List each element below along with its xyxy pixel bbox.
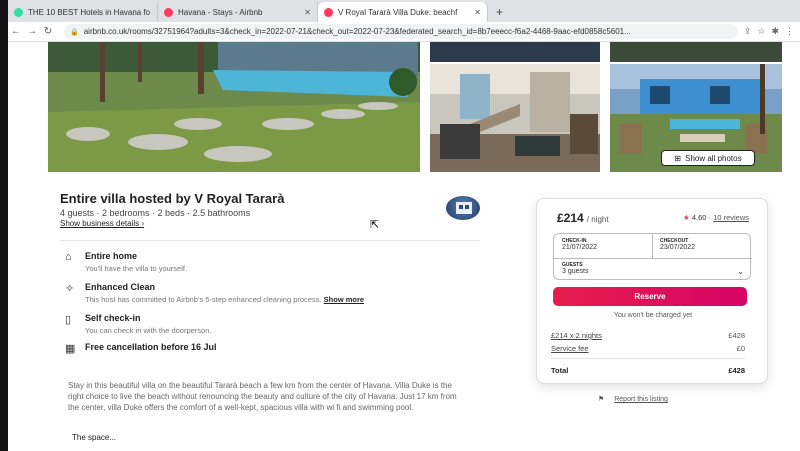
total-label: Total <box>551 366 569 375</box>
card-divider <box>551 358 745 359</box>
tab-title: Havana - Stays - Airbnb <box>178 7 263 17</box>
host-avatar[interactable] <box>446 196 480 220</box>
show-all-photos-label: Show all photos <box>685 153 742 163</box>
nightly-price: £214 / night <box>557 211 609 225</box>
reload-icon[interactable]: ↻ <box>40 26 56 37</box>
photo-living-room[interactable] <box>430 64 600 172</box>
service-fee-link[interactable]: Service fee <box>551 344 589 353</box>
forward-arrow-icon[interactable]: → <box>24 26 40 37</box>
checkout-field[interactable]: CHECKOUT 23/07/2022 <box>660 238 695 251</box>
home-icon: ⌂ <box>65 251 72 263</box>
listing-description: Stay in this beautiful villa on the beau… <box>68 381 457 412</box>
show-business-details-link[interactable]: Show business details › <box>60 219 144 228</box>
tab-villa-duke[interactable]: V Royal Tararà Villa Duke: beachf ✕ <box>318 2 488 22</box>
nights-price-value: £428 <box>728 331 745 340</box>
main-photo[interactable] <box>48 42 420 172</box>
sparkle-icon: ✧ <box>65 283 75 295</box>
reviews-link[interactable]: 10 reviews <box>713 213 749 222</box>
tab-title: THE 10 BEST Hotels in Havana fo <box>28 7 151 17</box>
price-per: / night <box>586 215 609 224</box>
star-icon: ★ <box>683 213 690 222</box>
url-text: airbnb.co.uk/rooms/32751964?adults=3&che… <box>83 27 631 36</box>
chevron-down-icon: ⌄ <box>737 267 744 276</box>
booking-inputs: CHECK-IN 21/07/2022 CHECKOUT 23/07/2022 … <box>553 233 752 280</box>
flag-icon: ⚑ <box>598 396 605 403</box>
feature-title: Enhanced Clean <box>85 282 156 292</box>
feature-desc: You'll have the villa to yourself. <box>85 264 188 273</box>
address-bar: ← → ↻ 🔒 airbnb.co.uk/rooms/32751964?adul… <box>8 22 800 42</box>
no-charge-note: You won't be charged yet <box>613 312 693 319</box>
feature-enhanced-clean: ✧ Enhanced Clean This host has committed… <box>65 282 485 304</box>
feature-entire-home: ⌂ Entire home You'll have the villa to y… <box>65 251 485 273</box>
show-more-link[interactable]: Show more <box>324 295 364 304</box>
feature-title: Self check-in <box>85 313 141 323</box>
tab-airbnb-search[interactable]: Havana - Stays - Airbnb ✕ <box>158 2 318 22</box>
the-space-link[interactable]: The space... <box>72 433 116 442</box>
total-value: £428 <box>728 366 745 375</box>
feature-desc: This host has committed to Airbnb's 5-st… <box>85 295 322 304</box>
tab-bar: THE 10 BEST Hotels in Havana fo ✕ Havana… <box>8 0 800 22</box>
screen: THE 10 BEST Hotels in Havana fo ✕ Havana… <box>8 0 800 451</box>
calendar-icon: ▦ <box>65 343 76 355</box>
close-tab-icon[interactable]: ✕ <box>150 8 157 17</box>
tripadvisor-favicon-icon <box>14 7 23 17</box>
photo-top-middle[interactable] <box>430 42 600 62</box>
grid-icon: ⊞ <box>674 153 682 163</box>
rating: ★ 4.60 · 10 reviews <box>683 213 749 222</box>
extensions-icon[interactable]: ✱ <box>771 26 779 37</box>
guests-value: 3 guests <box>562 268 589 275</box>
feature-self-checkin: ▯ Self check-in You can check in with th… <box>65 313 485 335</box>
service-fee-row: Service fee £0 <box>551 344 745 353</box>
listing-summary: 4 guests · 2 bedrooms · 2 beds · 2.5 bat… <box>60 208 251 218</box>
checkin-value: 21/07/2022 <box>562 244 598 251</box>
tab-tripadvisor[interactable]: THE 10 BEST Hotels in Havana fo ✕ <box>8 2 158 22</box>
guests-select[interactable]: GUESTS 3 guests ⌄ <box>562 262 744 276</box>
feature-title: Free cancellation before 16 Jul <box>85 342 217 352</box>
total-row: Total £428 <box>551 366 745 375</box>
feature-free-cancellation: ▦ Free cancellation before 16 Jul <box>65 342 485 355</box>
rating-value: 4.60 <box>691 213 707 222</box>
airbnb-favicon-icon <box>324 7 333 17</box>
tab-title: V Royal Tararà Villa Duke: beachf <box>338 7 458 17</box>
bookmark-star-icon[interactable]: ☆ <box>757 26 765 37</box>
feature-desc: You can check in with the doorperson. <box>85 326 212 335</box>
mouse-cursor-icon: ⇱ <box>370 219 380 231</box>
chevron-right-icon: › <box>141 219 145 228</box>
price-breakdown-row: £214 x 2 nights £428 <box>551 331 745 340</box>
new-tab-button[interactable]: + <box>488 2 511 22</box>
airbnb-favicon-icon <box>164 7 173 17</box>
checkin-field[interactable]: CHECK-IN 21/07/2022 <box>562 238 597 251</box>
price-value: £214 <box>557 211 584 225</box>
menu-icon[interactable]: ⋮ <box>785 26 794 37</box>
close-tab-icon[interactable]: ✕ <box>468 8 481 17</box>
url-input[interactable]: 🔒 airbnb.co.uk/rooms/32751964?adults=3&c… <box>64 24 738 39</box>
reserve-button[interactable]: Reserve <box>553 287 747 306</box>
show-all-photos-button[interactable]: ⊞ Show all photos <box>661 150 755 166</box>
service-fee-value: £0 <box>736 344 745 353</box>
photo-top-right[interactable] <box>610 42 782 62</box>
listing-title: Entire villa hosted by V Royal Tararà <box>60 191 285 206</box>
door-icon: ▯ <box>65 314 72 326</box>
report-listing[interactable]: ⚑ Report this listing <box>598 395 668 403</box>
checkout-value: 23/07/2022 <box>660 244 696 251</box>
share-icon[interactable]: ⇪ <box>744 26 752 37</box>
section-divider <box>60 240 480 241</box>
report-listing-link[interactable]: Report this listing <box>614 396 668 403</box>
feature-title: Entire home <box>85 251 138 261</box>
lock-icon: 🔒 <box>70 28 79 36</box>
booking-card: £214 / night ★ 4.60 · 10 reviews CHECK-I… <box>536 198 768 384</box>
nights-price-link[interactable]: £214 x 2 nights <box>551 331 602 340</box>
close-tab-icon[interactable]: ✕ <box>298 8 311 17</box>
business-link-label: Show business details <box>60 219 140 228</box>
back-arrow-icon[interactable]: ← <box>8 26 24 37</box>
